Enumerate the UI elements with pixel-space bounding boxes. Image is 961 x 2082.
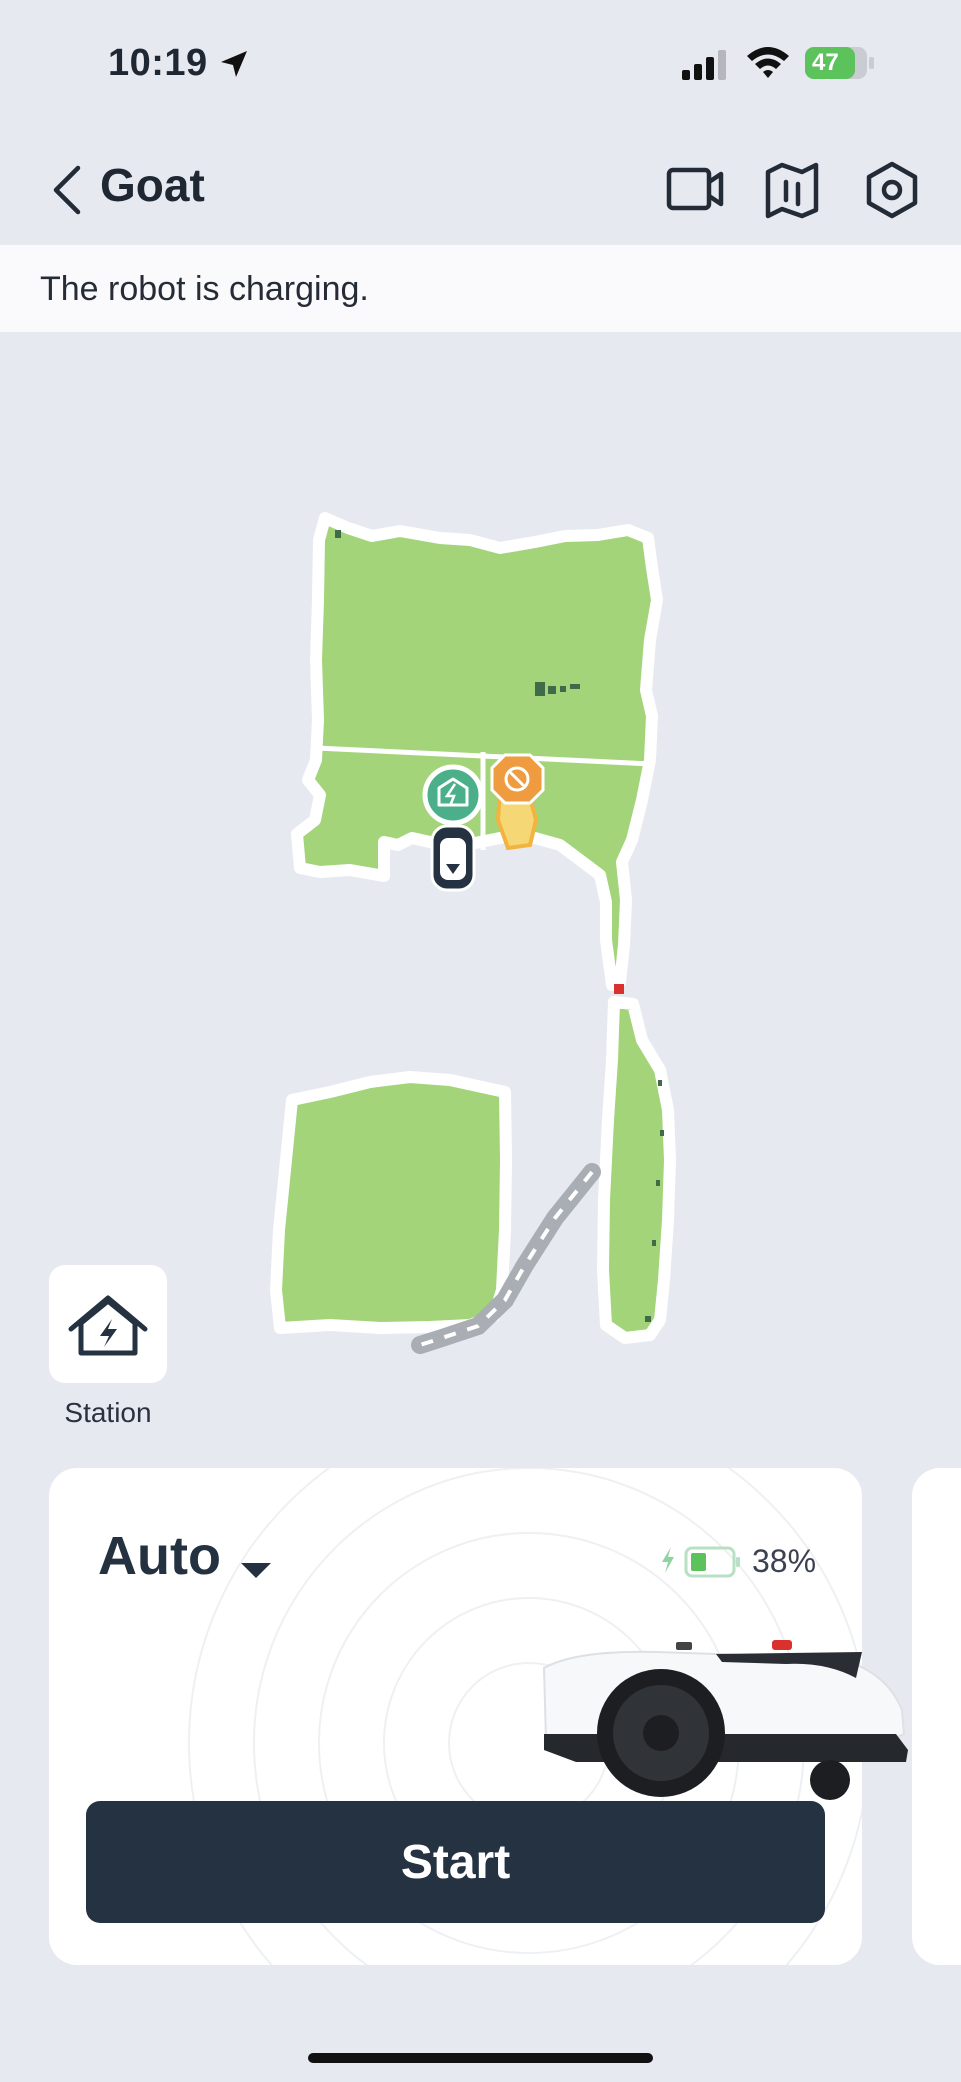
- cellular-signal-icon: [682, 50, 726, 80]
- mode-dropdown[interactable]: Auto: [98, 1525, 273, 1587]
- status-time: 10:19: [108, 42, 208, 84]
- mode-label: Auto: [98, 1526, 221, 1586]
- next-card[interactable]: [912, 1468, 961, 1965]
- mower-battery-percent: 38%: [752, 1543, 817, 1579]
- wifi-icon: [747, 47, 789, 78]
- status-text: The robot is charging.: [40, 270, 369, 308]
- home-indicator[interactable]: [308, 2053, 653, 2063]
- map-icon[interactable]: [764, 160, 820, 220]
- start-button[interactable]: Start: [86, 1801, 825, 1923]
- mower-battery-icon: [684, 1546, 740, 1578]
- boundary-marker: [614, 984, 624, 994]
- phone-battery-percent: 47: [812, 49, 839, 76]
- robot-marker[interactable]: [430, 824, 476, 892]
- house-bolt-icon: [68, 1295, 148, 1356]
- strip-lawn-zone[interactable]: [597, 996, 676, 1344]
- caret-down-icon: [241, 1562, 272, 1578]
- mower-image: [542, 1640, 908, 1800]
- hexagon-gear-icon[interactable]: [862, 160, 922, 220]
- video-camera-icon[interactable]: [665, 162, 725, 216]
- back-button[interactable]: [44, 160, 94, 220]
- lower-lawn-zone[interactable]: [270, 1071, 512, 1334]
- location-arrow-icon: [221, 51, 247, 77]
- station-button[interactable]: [49, 1265, 167, 1383]
- page-title: Goat: [100, 159, 205, 211]
- no-go-zone-marker[interactable]: [490, 753, 545, 805]
- charging-station-marker[interactable]: [422, 764, 484, 826]
- charging-bolt-icon: [662, 1547, 674, 1573]
- phone-battery-icon: 47: [804, 44, 876, 82]
- station-label: Station: [64, 1397, 152, 1428]
